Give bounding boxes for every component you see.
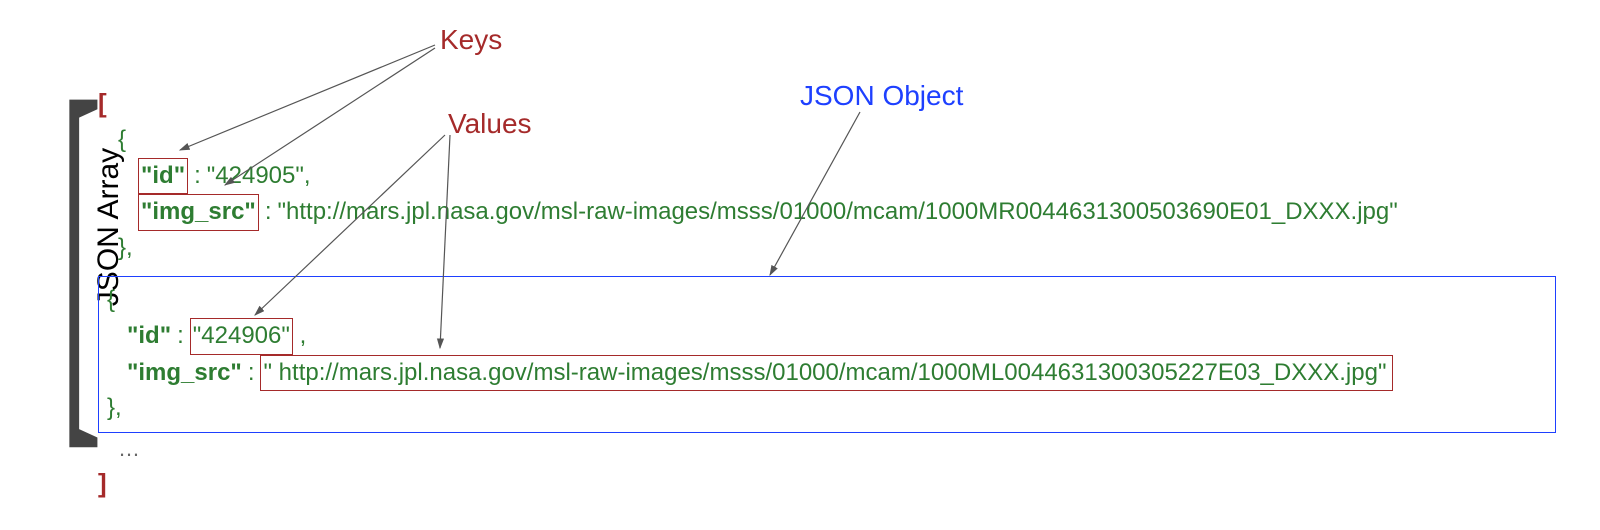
ellipsis: … (98, 433, 1556, 465)
json-object-box: { "id":"424906" , "img_src":" http://mar… (98, 276, 1556, 433)
value-id-2: "424906" (193, 322, 290, 349)
key-imgsrc-1: "img_src" (141, 198, 256, 225)
brace-close-1: } (118, 234, 126, 261)
keys-annotation-label: Keys (440, 24, 502, 56)
brace-close-2: } (107, 394, 115, 421)
array-open-bracket: [ (98, 88, 107, 118)
key-imgsrc-2: "img_src" (127, 359, 242, 386)
key-id-1: "id" (141, 162, 185, 189)
array-close-bracket: ] (98, 468, 107, 498)
large-bracket-glyph: [ (60, 40, 102, 460)
value-imgsrc-1: "http://mars.jpl.nasa.gov/msl-raw-images… (277, 198, 1397, 225)
value-imgsrc-2: " http://mars.jpl.nasa.gov/msl-raw-image… (263, 359, 1386, 386)
brace-open-2: { (107, 286, 115, 313)
brace-open-1: { (118, 126, 126, 153)
key-id-2: "id" (127, 322, 171, 349)
json-code-block: [ { "id":"424905", "img_src":"http://mar… (98, 85, 1556, 503)
value-id-1: "424905" (207, 162, 304, 189)
